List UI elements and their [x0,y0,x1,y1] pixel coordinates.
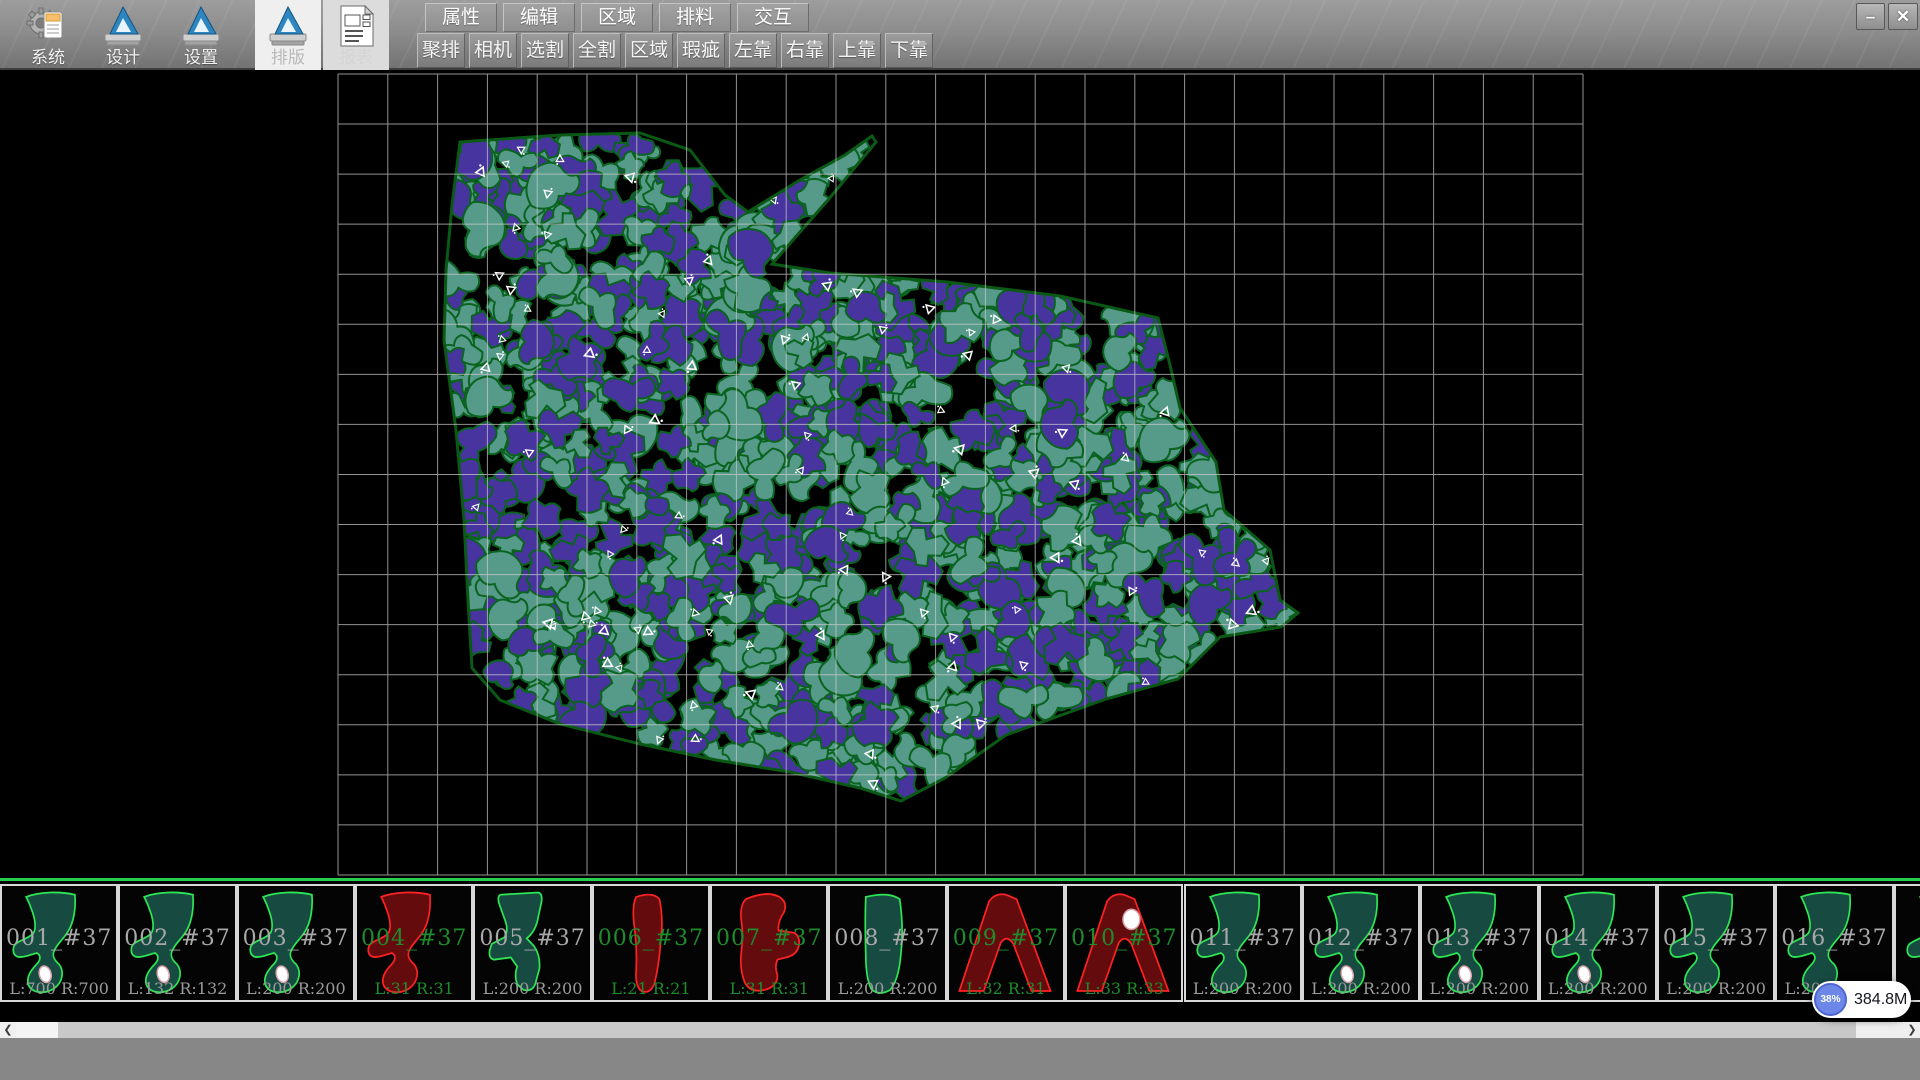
thumbnail-item[interactable]: 012_#37 L:200 R:200 [1302,884,1420,1002]
toolbar-button-design[interactable]: 设计 [90,0,156,70]
toolbar-button-label: 系统 [15,49,81,67]
thumbnail-item[interactable]: 010_#37 L:33 R:33 [1065,884,1183,1002]
action-button-select-cut[interactable]: 选割 [521,33,569,68]
piece-lr-count-label: L:32 R:31 [949,979,1063,998]
thumbnail-item[interactable]: 005_#37 L:200 R:200 [473,884,591,1002]
piece-lr-count-label: L:21 R:21 [594,979,708,998]
thumbnail-item[interactable]: 001_#37 L:700 R:700 [0,884,118,1002]
piece-lr-count-label: L:200 R:200 [1659,979,1773,998]
piece-lr-count-label: L:200 R:200 [830,979,944,998]
piece-id-label: 001_#37 [2,926,116,951]
thumbnail-item[interactable]: 013_#37 L:200 R:200 [1420,884,1538,1002]
piece-lr-count-label: L:200 R:200 [1422,979,1536,998]
piece-id-label: 014_#37 [1541,926,1655,951]
toolbar-button-settings[interactable]: 设置 [168,0,234,70]
piece-id-label: 011_#37 [1186,926,1300,951]
action-button-cut-all[interactable]: 全割 [573,33,621,68]
progress-circle: 38% [1814,983,1847,1016]
settings-icon [178,3,224,49]
scroll-left-icon[interactable]: ❮ [0,1022,16,1038]
action-button-align-bottom[interactable]: 下靠 [885,33,933,68]
piece-id-label: 006_#37 [594,926,708,951]
thumbnail-item[interactable]: 006_#37 L:21 R:21 [592,884,710,1002]
toolbar-button-label: 报表 [323,49,389,67]
action-button-cluster[interactable]: 聚排 [417,33,465,68]
piece-id-label: 007_#37 [712,926,826,951]
memory-value: 384.8M [1854,981,1907,1018]
nesting-icon [265,3,311,49]
piece-id-label: 012_#37 [1304,926,1418,951]
piece-id-label: 002_#37 [120,926,234,951]
piece-id-label: 008_#37 [830,926,944,951]
menu-tab-properties[interactable]: 属性 [425,3,497,32]
thumbnail-item[interactable]: 003_#37 L:200 R:200 [237,884,355,1002]
toolbar-button-report[interactable]: 报表 [323,0,389,70]
piece-id-label: 009_#37 [949,926,1063,951]
action-button-align-right[interactable]: 右靠 [781,33,829,68]
piece-id-label: 004_#37 [357,926,471,951]
piece-id-label: 015_#37 [1659,926,1773,951]
piece-lr-count-label: L:700 R:700 [2,979,116,998]
horizontal-scrollbar[interactable]: ❮ ❯ [0,1022,1920,1038]
action-button-camera[interactable]: 相机 [469,33,517,68]
memory-status-badge: 38% 384.8M [1812,981,1911,1018]
application-window: 系统 设计 设置 [0,0,1920,1080]
action-button-align-left[interactable]: 左靠 [729,33,777,68]
thumbnail-strip: 001_#37L:700 R:700002_#37L:132 R:132003_… [0,884,1920,1002]
action-button-align-top[interactable]: 上靠 [833,33,881,68]
toolbar-button-system[interactable]: 系统 [15,0,81,70]
piece-id-label: 010_#37 [1067,926,1181,951]
piece-lr-count-label: L:31 R:31 [357,979,471,998]
toolbar-button-label: 设置 [168,49,234,67]
menu-tab-region[interactable]: 区域 [581,3,653,32]
main-toolbar: 系统 设计 设置 [0,0,1920,70]
piece-id-label: 016_#37 [1777,926,1891,951]
toolbar-button-nesting[interactable]: 排版 [255,0,321,70]
scrollbar-thumb[interactable] [16,1022,58,1038]
piece-id-label: 003_#37 [239,926,353,951]
status-bar [0,1038,1920,1080]
thumbnail-item[interactable]: 015_#37 L:200 R:200 [1657,884,1775,1002]
thumbnail-item[interactable]: 011_#37 L:200 R:200 [1184,884,1302,1002]
thumbnail-item[interactable]: 007_#37 L:31 R:31 [710,884,828,1002]
report-icon [333,3,379,49]
piece-lr-count-label: L:33 R:33 [1067,979,1181,998]
scroll-right-icon[interactable]: ❯ [1904,1022,1920,1038]
piece-id-label: 005_#37 [475,926,589,951]
piece-lr-count-label: L:200 R:200 [1541,979,1655,998]
action-button-region[interactable]: 区域 [625,33,673,68]
toolbar-button-label: 排版 [255,49,321,67]
thumbnail-item[interactable]: 014_#37 L:200 R:200 [1539,884,1657,1002]
piece-id-label: 013_#37 [1422,926,1536,951]
action-button-defect[interactable]: 瑕疵 [677,33,725,68]
system-icon [25,3,71,49]
thumbnail-item[interactable]: 004_#37 L:31 R:31 [355,884,473,1002]
menu-tab-edit[interactable]: 编辑 [503,3,575,32]
piece-lr-count-label: L:200 R:200 [1304,979,1418,998]
strip-separator [0,878,1920,881]
piece-lr-count-label: L:200 R:200 [239,979,353,998]
thumbnail-item[interactable]: 002_#37 L:132 R:132 [118,884,236,1002]
menu-tab-interact[interactable]: 交互 [737,3,809,32]
close-button[interactable]: ✕ [1888,3,1918,30]
piece-lr-count-label: L:132 R:132 [120,979,234,998]
minimize-button[interactable]: – [1856,3,1885,30]
thumbnail-item[interactable]: 009_#37 L:32 R:31 [947,884,1065,1002]
piece-lr-count-label: L:200 R:200 [475,979,589,998]
design-icon [100,3,146,49]
thumbnail-item[interactable]: 008_#37 L:200 R:200 [828,884,946,1002]
piece-lr-count-label: L:31 R:31 [712,979,826,998]
piece-lr-count-label: L:200 R:200 [1186,979,1300,998]
menu-tab-nest[interactable]: 排料 [659,3,731,32]
toolbar-button-label: 设计 [90,49,156,67]
